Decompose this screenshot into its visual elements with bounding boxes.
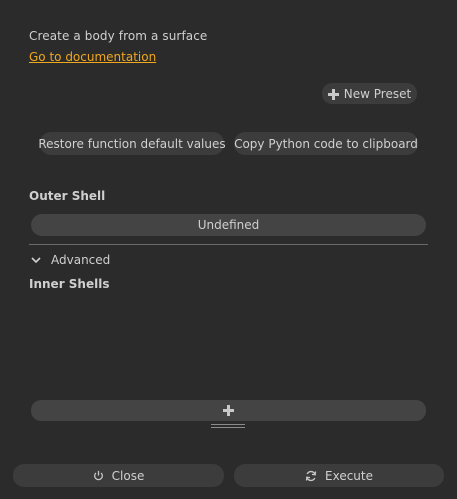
- function-description: Create a body from a surface: [29, 29, 208, 43]
- create-body-panel: Create a body from a surface Go to docum…: [0, 0, 457, 499]
- add-inner-shell-button[interactable]: [31, 400, 426, 421]
- advanced-label: Advanced: [51, 253, 111, 267]
- documentation-link[interactable]: Go to documentation: [29, 50, 156, 64]
- new-preset-button[interactable]: New Preset: [322, 83, 417, 104]
- inner-shells-label: Inner Shells: [29, 277, 110, 291]
- execute-label: Execute: [325, 468, 373, 483]
- copy-python-label: Copy Python code to clipboard: [234, 136, 418, 151]
- resize-grip[interactable]: [211, 424, 245, 430]
- chevron-down-icon: [31, 256, 41, 263]
- plus-icon: [223, 405, 234, 416]
- power-icon: [93, 470, 104, 481]
- close-label: Close: [111, 468, 145, 483]
- outer-shell-selector[interactable]: Undefined: [31, 214, 426, 236]
- outer-shell-value: Undefined: [197, 218, 260, 232]
- outer-shell-label: Outer Shell: [29, 189, 106, 203]
- refresh-icon: [305, 470, 317, 482]
- new-preset-label: New Preset: [343, 86, 412, 101]
- advanced-toggle[interactable]: Advanced: [31, 253, 110, 267]
- execute-button[interactable]: Execute: [234, 464, 444, 487]
- copy-python-button[interactable]: Copy Python code to clipboard: [234, 132, 418, 155]
- close-button[interactable]: Close: [13, 464, 224, 487]
- restore-defaults-button[interactable]: Restore function default values: [38, 132, 226, 155]
- restore-defaults-label: Restore function default values: [38, 136, 226, 151]
- section-divider: [29, 244, 428, 245]
- plus-icon: [327, 88, 339, 100]
